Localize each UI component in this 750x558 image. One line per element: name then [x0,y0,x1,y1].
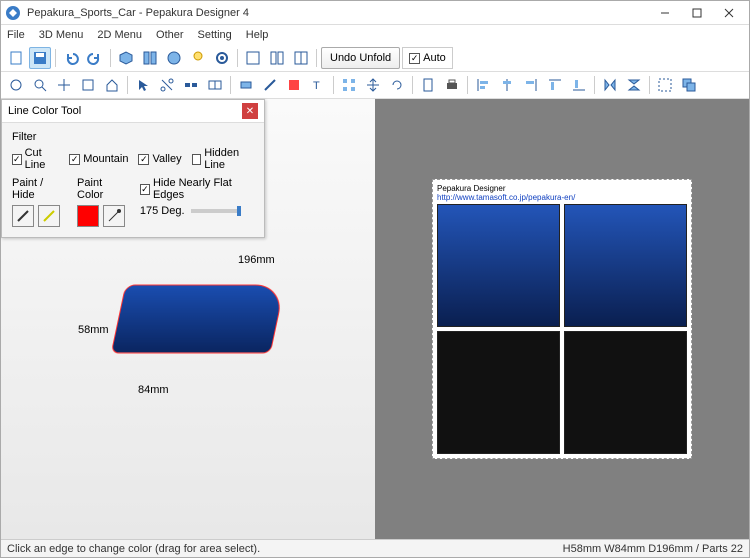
check-icon: ✓ [409,53,420,64]
align-top-icon[interactable] [544,74,566,96]
group-icon[interactable] [678,74,700,96]
page-icon[interactable] [417,74,439,96]
hide-tool-button[interactable] [38,205,60,227]
menu-file[interactable]: File [7,29,25,41]
view-3d-icon[interactable] [242,47,264,69]
rotate-icon[interactable] [5,74,27,96]
align-left-icon[interactable] [472,74,494,96]
fit-icon[interactable] [77,74,99,96]
paint-tool-button[interactable] [12,205,34,227]
menu-2d[interactable]: 2D Menu [97,29,142,41]
toolbar-row-1: Undo Unfold ✓ Auto [1,45,749,72]
dim-width: 84mm [138,384,169,396]
save-icon[interactable] [29,47,51,69]
flap-icon[interactable] [235,74,257,96]
undo-icon[interactable] [60,47,82,69]
sheet-link: http://www.tamasoft.co.jp/pepakura-en/ [437,193,687,202]
edge-icon[interactable] [259,74,281,96]
statusbar: Click an edge to change color (drag for … [1,539,749,557]
panel-title: Line Color Tool [8,105,242,117]
align-center-icon[interactable] [496,74,518,96]
status-left: Click an edge to change color (drag for … [7,543,563,555]
valley-checkbox[interactable]: ✓Valley [138,147,181,171]
view-2d[interactable]: Pepakura Designer http://www.tamasoft.co… [375,99,749,539]
sheet-header: Pepakura Designer [437,184,687,193]
titlebar: Pepakura_Sports_Car - Pepakura Designer … [1,1,749,25]
status-right: H58mm W84mm D196mm / Parts 22 [563,543,743,555]
view-2d-icon[interactable] [290,47,312,69]
menu-help[interactable]: Help [246,29,269,41]
light-icon[interactable] [187,47,209,69]
part-piece [437,204,560,327]
move-icon[interactable] [362,74,384,96]
model-3d: 196mm 58mm 84mm [78,244,298,394]
eyedropper-button[interactable] [103,205,125,227]
undo-unfold-button[interactable]: Undo Unfold [321,47,400,69]
align-right-icon[interactable] [520,74,542,96]
cube-icon[interactable] [115,47,137,69]
workspace: 196mm 58mm 84mm Pepakura Designer http:/… [1,99,749,539]
paint-color-label: Paint Color [77,177,126,201]
part-piece [564,204,687,327]
view-split-icon[interactable] [266,47,288,69]
cut-line-checkbox[interactable]: ✓Cut Line [12,147,59,171]
menubar: File 3D Menu 2D Menu Other Setting Help [1,25,749,45]
part-piece [564,331,687,454]
hide-flat-checkbox[interactable]: ✓Hide Nearly Flat Edges [140,177,254,201]
zoom-icon[interactable] [29,74,51,96]
menu-other[interactable]: Other [156,29,184,41]
cursor-icon[interactable] [132,74,154,96]
join-icon[interactable] [180,74,202,96]
home-icon[interactable] [101,74,123,96]
deg-label: 175 Deg. [140,205,185,217]
align-bottom-icon[interactable] [568,74,590,96]
menu-setting[interactable]: Setting [198,29,232,41]
select-all-icon[interactable] [654,74,676,96]
deg-slider[interactable] [191,209,241,213]
line-color-tool-panel: Line Color Tool ✕ Filter ✓Cut Line ✓Moun… [1,99,265,238]
close-button[interactable] [713,2,745,24]
dim-height: 58mm [78,324,109,336]
unfold-sheet: Pepakura Designer http://www.tamasoft.co… [432,179,692,459]
flip-v-icon[interactable] [623,74,645,96]
texture-icon[interactable] [163,47,185,69]
color-swatch[interactable] [77,205,99,227]
divide-icon[interactable] [204,74,226,96]
pan-icon[interactable] [53,74,75,96]
cut-icon[interactable] [156,74,178,96]
flip-h-icon[interactable] [599,74,621,96]
maximize-button[interactable] [681,2,713,24]
app-icon [5,5,21,21]
menu-3d[interactable]: 3D Menu [39,29,84,41]
auto-label: Auto [423,52,446,64]
arrange-icon[interactable] [338,74,360,96]
gear-icon[interactable] [211,47,233,69]
color-icon[interactable] [283,74,305,96]
unfold-icon[interactable] [139,47,161,69]
window-title: Pepakura_Sports_Car - Pepakura Designer … [27,7,649,19]
dim-length: 196mm [238,254,275,266]
redo-icon[interactable] [84,47,106,69]
print-icon[interactable] [441,74,463,96]
paint-hide-label: Paint / Hide [12,177,63,201]
new-icon[interactable] [5,47,27,69]
toolbar-row-2: T [1,72,749,99]
filter-label: Filter [12,131,254,143]
panel-close-button[interactable]: ✕ [242,103,258,119]
minimize-button[interactable] [649,2,681,24]
text-icon[interactable]: T [307,74,329,96]
part-piece [437,331,560,454]
rotate2d-icon[interactable] [386,74,408,96]
svg-text:T: T [313,80,320,92]
auto-checkbox[interactable]: ✓ Auto [402,47,453,69]
hidden-line-checkbox[interactable]: Hidden Line [192,147,254,171]
mountain-checkbox[interactable]: ✓Mountain [69,147,128,171]
